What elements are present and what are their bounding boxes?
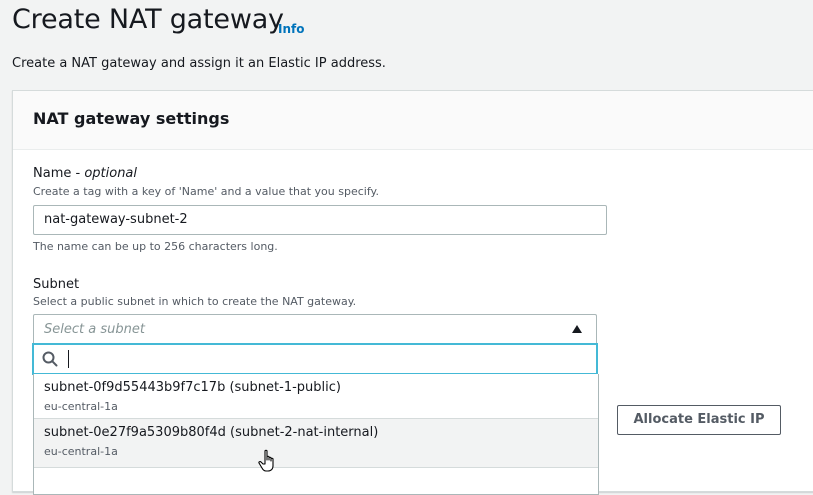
subnet-label: Subnet [33, 277, 80, 292]
search-icon [42, 351, 58, 367]
subnet-option-title: subnet-0e27f9a5309b80f4d (subnet-2-nat-i… [44, 425, 379, 440]
subnet-option-title: subnet-0f9d55443b9f7c17b (subnet-1-publi… [44, 380, 341, 395]
subnet-select-placeholder: Select a subnet [44, 322, 145, 337]
name-label-optional: optional [84, 166, 138, 181]
page-title: Create NAT gateway [12, 4, 284, 35]
info-link[interactable]: Info [278, 22, 304, 36]
panel-title: NAT gateway settings [33, 109, 230, 128]
subnet-option-zone: eu-central-1a [44, 445, 118, 458]
subnet-dropdown-list: subnet-0f9d55443b9f7c17b (subnet-1-publi… [33, 374, 599, 495]
allocate-elastic-ip-button[interactable]: Allocate Elastic IP [617, 405, 781, 435]
page-description: Create a NAT gateway and assign it an El… [12, 56, 386, 71]
subnet-option[interactable]: subnet-0f9d55443b9f7c17b (subnet-1-publi… [34, 374, 598, 422]
name-input[interactable]: nat-gateway-subnet-2 [33, 205, 607, 235]
nat-gateway-settings-panel: NAT gateway settings Name - optional Cre… [12, 90, 813, 495]
panel-header: NAT gateway settings [13, 91, 813, 150]
hand-pointer-icon [258, 449, 274, 472]
subnet-search-input[interactable] [32, 343, 598, 375]
subnet-option[interactable] [34, 468, 598, 494]
subnet-select[interactable]: Select a subnet [33, 314, 597, 343]
name-label: Name - optional [33, 166, 138, 181]
caret-up-icon [572, 325, 582, 333]
text-cursor [68, 350, 69, 368]
subnet-hint: Select a public subnet in which to creat… [33, 295, 357, 308]
name-label-text: Name [33, 166, 72, 181]
name-hint: Create a tag with a key of 'Name' and a … [33, 185, 379, 198]
name-constraint-hint: The name can be up to 256 characters lon… [33, 240, 278, 253]
subnet-option[interactable]: subnet-0e27f9a5309b80f4d (subnet-2-nat-i… [34, 418, 598, 468]
subnet-option-zone: eu-central-1a [44, 400, 118, 413]
